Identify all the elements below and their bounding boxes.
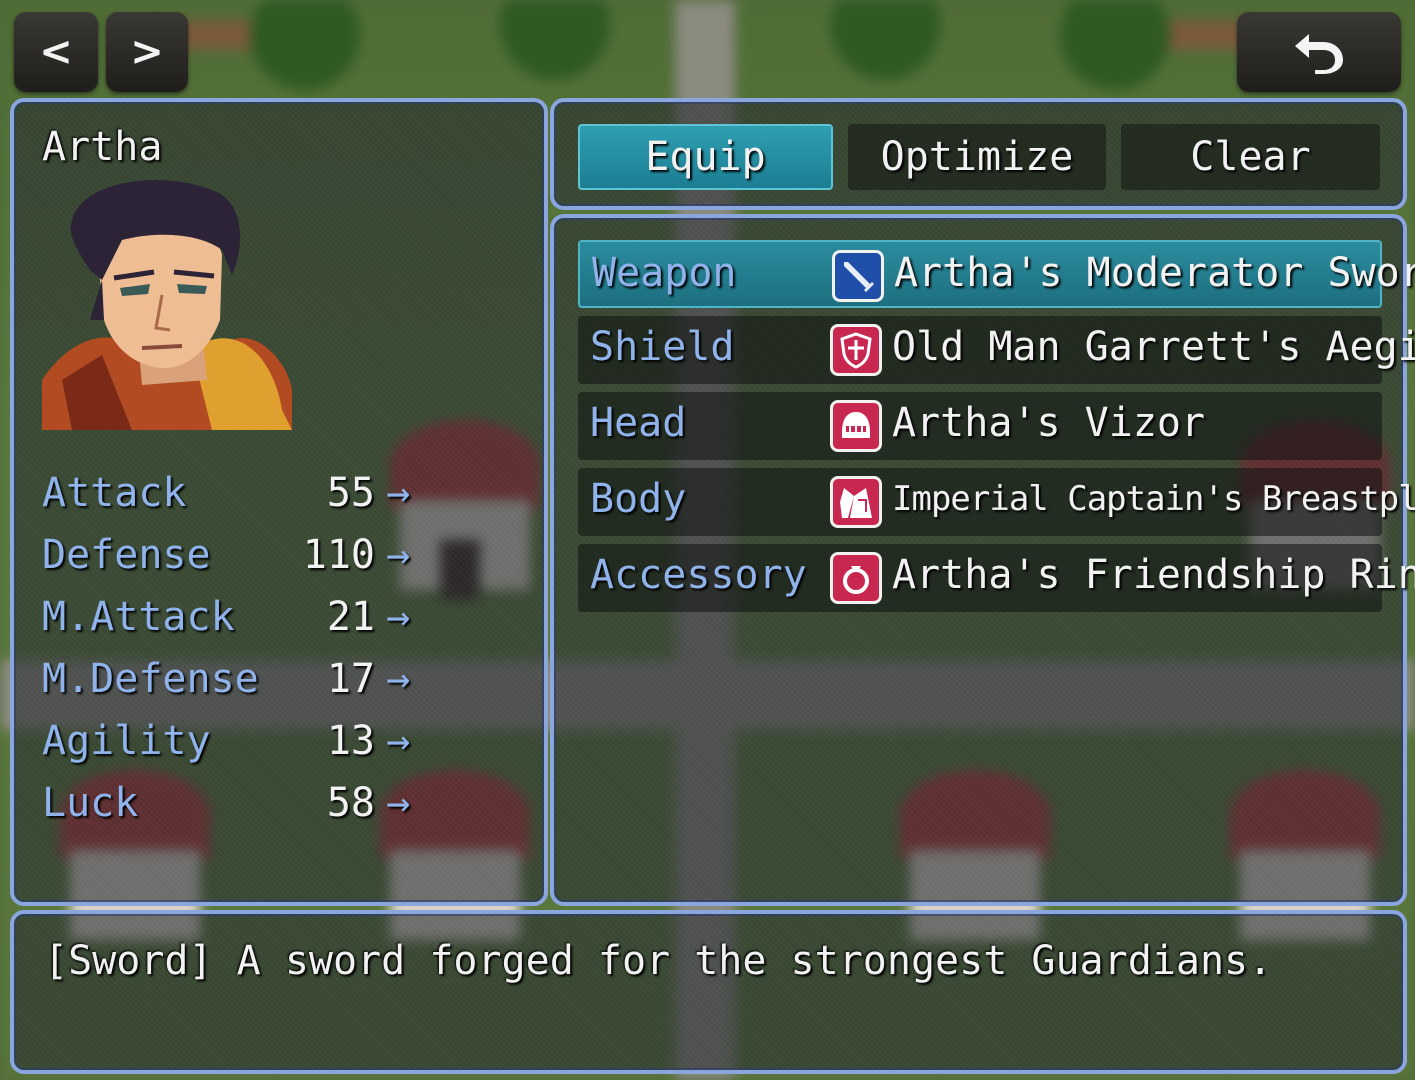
slot-row-shield[interactable]: Shield Old Man Garrett's Aegis [578,316,1415,384]
next-actor-label: > [130,29,164,75]
optimize-command-label: Optimize [880,134,1074,180]
stat-arrow-icon: → [386,656,411,702]
armor-icon [830,476,882,528]
stat-name-agility: Agility [42,718,211,764]
undo-arrow-icon [1295,34,1343,74]
actor-name: Artha [42,124,163,170]
slot-label: Shield [590,324,735,370]
stat-arrow-icon: → [386,718,411,764]
stat-name-mattack: M.Attack [42,594,235,640]
next-actor-button[interactable]: > [106,12,188,92]
stat-name-luck: Luck [42,780,139,826]
clear-command-label: Clear [1190,134,1311,180]
help-text: [Sword] A sword forged for the strongest… [44,938,1273,984]
stat-arrow-icon: → [386,470,411,516]
slot-label: Weapon [592,250,737,296]
slot-row-body[interactable]: Body Imperial Captain's Breastplate [578,468,1415,536]
stat-value-mattack: 21 [326,594,375,640]
stat-value-attack: 55 [326,470,375,516]
slot-label: Body [590,476,687,522]
slot-row-accessory[interactable]: Accessory Artha's Friendship Ring [578,544,1415,612]
sword-icon [832,250,884,302]
stat-name-defense: Defense [42,532,211,578]
shield-icon [830,324,882,376]
slot-label: Head [590,400,687,446]
prev-actor-label: < [39,29,73,75]
stat-value-mdefense: 17 [326,656,375,702]
stat-arrow-icon: → [386,532,411,578]
stat-arrow-icon: → [386,594,411,640]
character-portrait [42,180,292,430]
stat-value-defense: 110 [302,532,375,578]
equip-command-label: Equip [645,134,766,180]
slot-item-name: Imperial Captain's Breastplate [892,479,1415,519]
optimize-command-button[interactable]: Optimize [848,124,1106,190]
equip-command-button[interactable]: Equip [578,124,833,190]
stat-value-luck: 58 [326,780,375,826]
helmet-icon [830,400,882,452]
help-window [10,910,1407,1074]
slot-label: Accessory [590,552,807,598]
slot-row-weapon[interactable]: Weapon Artha's Moderator Sword [578,240,1415,308]
prev-actor-button[interactable]: < [14,12,98,92]
slot-item-name: Artha's Friendship Ring [892,552,1415,598]
slot-item-name: Artha's Vizor [892,400,1206,446]
ring-icon [830,552,882,604]
clear-command-button[interactable]: Clear [1121,124,1380,190]
stat-name-mdefense: M.Defense [42,656,259,702]
stat-value-agility: 13 [326,718,375,764]
back-button[interactable] [1237,12,1401,92]
slot-item-name: Artha's Moderator Sword [894,250,1415,296]
stat-arrow-icon: → [386,780,411,826]
slot-row-head[interactable]: Head Artha's Vizor [578,392,1382,460]
slot-item-name: Old Man Garrett's Aegis [892,324,1415,370]
stat-name-attack: Attack [42,470,187,516]
